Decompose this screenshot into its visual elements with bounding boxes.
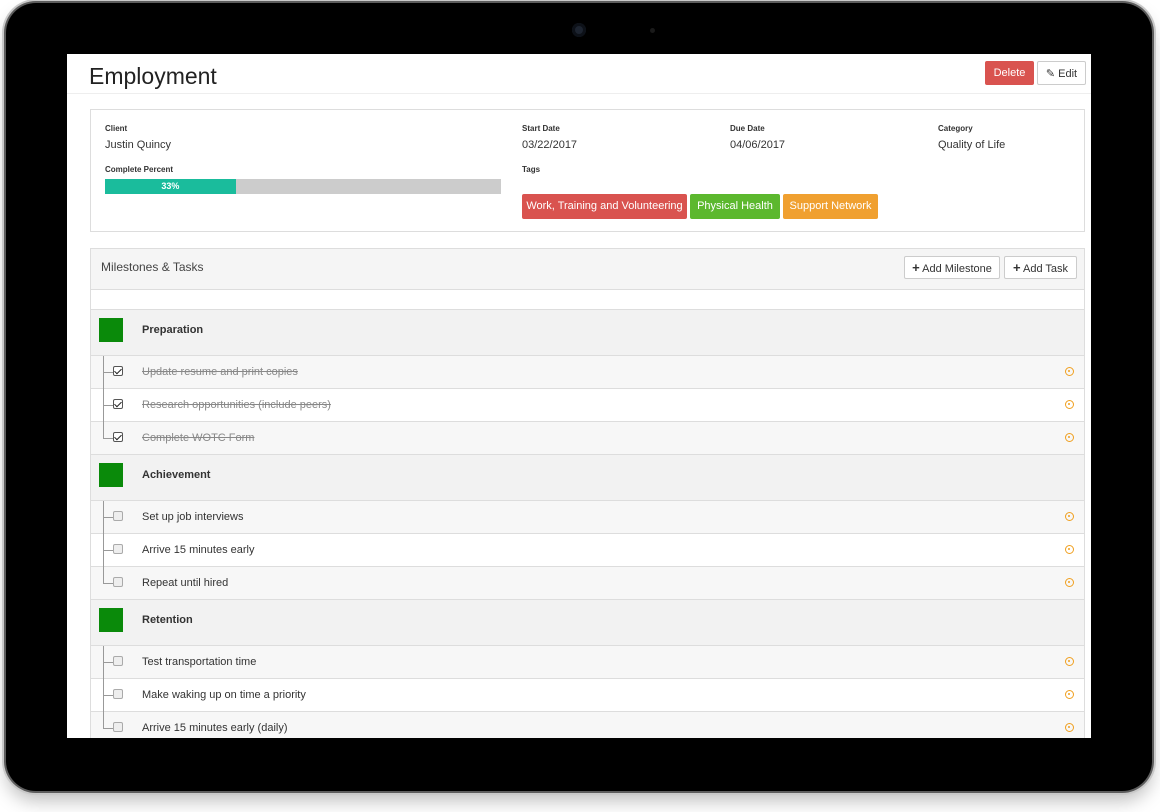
client-value: Justin Quincy [105,139,172,151]
milestone-row[interactable]: Retention [91,600,1084,646]
task-checkbox[interactable] [113,689,123,699]
tree-branch [103,517,113,518]
tree-branch [103,583,113,584]
task-name: Research opportunities (include peers) [142,399,331,411]
tag-support-network[interactable]: Support Network [783,194,878,219]
add-task-button[interactable]: + Add Task [1004,256,1077,279]
task-row[interactable]: Update resume and print copies [91,356,1084,389]
tree-line [103,422,104,439]
add-task-label: Add Task [1022,263,1069,275]
task-name: Repeat until hired [142,577,229,589]
camera-icon [572,23,586,37]
due-date-label: Due Date [730,124,765,133]
task-checkbox[interactable] [113,577,123,587]
milestone-status-square [99,318,123,342]
tree-branch [103,728,113,729]
task-name: Update resume and print copies [142,366,298,378]
list-spacer [91,290,1084,310]
task-options-icon[interactable] [1065,512,1074,521]
task-name: Complete WOTC Form [142,432,255,444]
task-checkbox[interactable] [113,366,123,376]
task-checkbox[interactable] [113,544,123,554]
pencil-icon: ✎ [1045,68,1056,80]
milestone-name: Preparation [142,324,204,336]
milestone-status-square [99,463,123,487]
plus-icon: + [1012,260,1021,275]
task-row[interactable]: Arrive 15 minutes early (daily) [91,712,1084,738]
milestone-row[interactable]: Preparation [91,310,1084,356]
task-row[interactable]: Set up job interviews [91,501,1084,534]
task-name: Set up job interviews [142,511,244,523]
tag-work-training[interactable]: Work, Training and Volunteering [522,194,687,219]
task-row[interactable]: Complete WOTC Form [91,422,1084,455]
task-row[interactable]: Research opportunities (include peers) [91,389,1084,422]
start-date-label: Start Date [522,124,560,133]
header-divider [67,93,1091,94]
milestones-panel: Milestones & Tasks + Add Milestone + Add… [90,248,1085,738]
page-title: Employment [89,63,217,89]
milestone-status-square [99,608,123,632]
tree-branch [103,662,113,663]
milestones-header: Milestones & Tasks + Add Milestone + Add… [91,249,1084,290]
tag-physical-health[interactable]: Physical Health [690,194,780,219]
task-options-icon[interactable] [1065,367,1074,376]
sensor-dot [650,28,655,33]
tree-branch [103,550,113,551]
task-row[interactable]: Arrive 15 minutes early [91,534,1084,567]
milestone-name: Achievement [142,469,211,481]
tree-branch [103,405,113,406]
tags-label: Tags [522,165,541,174]
task-options-icon[interactable] [1065,578,1074,587]
add-milestone-label: Add Milestone [922,263,992,275]
task-checkbox[interactable] [113,511,123,521]
task-checkbox[interactable] [113,656,123,666]
tree-line [103,712,104,729]
edit-button-label: Edit [1058,68,1078,80]
task-checkbox[interactable] [113,432,123,442]
category-value: Quality of Life [938,139,1006,151]
task-name: Test transportation time [142,656,257,668]
tree-branch [103,438,113,439]
task-row[interactable]: Test transportation time [91,646,1084,679]
plus-icon: + [912,260,920,275]
task-options-icon[interactable] [1065,723,1074,732]
task-row[interactable]: Make waking up on time a priority [91,679,1084,712]
progress-fill: 33% [105,179,236,194]
task-options-icon[interactable] [1065,690,1074,699]
task-options-icon[interactable] [1065,433,1074,442]
app-screen: Employment Delete ✎ Edit Client Justin Q… [67,54,1091,738]
milestone-name: Retention [142,614,193,626]
milestone-row[interactable]: Achievement [91,455,1084,501]
task-options-icon[interactable] [1065,545,1074,554]
task-checkbox[interactable] [113,722,123,732]
category-label: Category [938,124,973,133]
tree-line [103,567,104,584]
tree-branch [103,695,113,696]
client-label: Client [105,124,128,133]
due-date-value: 04/06/2017 [730,139,786,151]
tablet-frame: Employment Delete ✎ Edit Client Justin Q… [6,3,1152,791]
task-name: Arrive 15 minutes early [142,544,255,556]
goal-info-panel: Client Justin Quincy Start Date 03/22/20… [90,109,1085,232]
start-date-value: 03/22/2017 [522,139,578,151]
add-milestone-button[interactable]: + Add Milestone [904,256,1000,279]
progress-bar: 33% [105,179,501,194]
tree-branch [103,372,113,373]
task-options-icon[interactable] [1065,657,1074,666]
task-name: Arrive 15 minutes early (daily) [142,722,288,734]
milestones-title: Milestones & Tasks [101,260,204,274]
edit-button[interactable]: ✎ Edit [1037,61,1086,85]
task-options-icon[interactable] [1065,400,1074,409]
milestone-list: Preparation Update resume and print copie… [91,310,1084,738]
task-name: Make waking up on time a priority [142,689,306,701]
complete-percent-label: Complete Percent [105,165,174,174]
task-checkbox[interactable] [113,399,123,409]
delete-button[interactable]: Delete [985,61,1034,85]
task-row[interactable]: Repeat until hired [91,567,1084,600]
